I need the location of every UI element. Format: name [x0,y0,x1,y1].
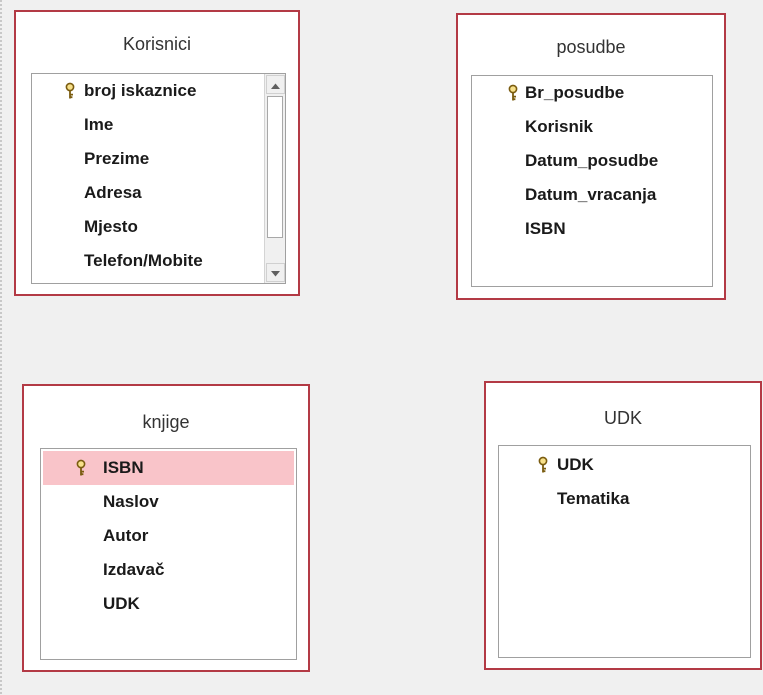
table-udk[interactable]: UDK UDK Tematika [484,381,762,670]
table-title: Korisnici [122,34,192,54]
table-title: UDK [603,408,642,428]
field-name: UDK [557,455,594,474]
field-list[interactable]: UDK Tematika [498,445,751,658]
field-row-broj-iskaznice[interactable]: broj iskaznice [32,74,285,108]
field-name: Tematika [557,489,630,508]
field-name: broj iskaznice [84,81,197,100]
field-name: ISBN [103,458,144,477]
field-name: Datum_vracanja [525,185,657,204]
field-row-adresa[interactable]: Adresa [32,176,285,210]
scroll-up-arrow-icon [271,76,280,94]
table-posudbe[interactable]: posudbe Br_posudbe Korisnik Datum_posudb… [456,13,726,300]
field-row-ime[interactable]: Ime [32,108,285,142]
field-name: ISBN [525,219,566,238]
field-name: Prezime [84,149,150,168]
field-row-br-posudbe[interactable]: Br_posudbe [472,76,712,110]
table-title: knjige [142,412,190,432]
field-row-korisnik[interactable]: Korisnik [472,110,712,144]
field-name: Adresa [84,183,142,202]
scrollbar-thumb[interactable] [267,96,283,238]
field-name: Br_posudbe [525,83,625,102]
field-name: Autor [103,526,149,545]
field-row-telefon-mobitel[interactable]: Telefon/Mobite [32,244,285,278]
field-row-udk[interactable]: UDK [499,448,750,482]
table-korisnici[interactable]: Korisnici broj iskaznice Ime Prezime Adr… [14,10,300,296]
field-row-udk[interactable]: UDK [41,587,296,621]
field-row-prezime[interactable]: Prezime [32,142,285,176]
field-row-izdavac[interactable]: Izdavač [41,553,296,587]
field-name: Izdavač [103,560,165,579]
field-list[interactable]: Br_posudbe Korisnik Datum_posudbe Datum_… [471,75,713,287]
field-name: Datum_posudbe [525,151,659,170]
key-icon [75,459,87,477]
field-list[interactable]: broj iskaznice Ime Prezime Adresa Mjesto… [31,73,286,284]
field-row-datum-vracanja[interactable]: Datum_vracanja [472,178,712,212]
table-title: posudbe [556,37,626,57]
field-row-isbn[interactable]: ISBN [43,451,294,485]
field-name: Korisnik [525,117,594,136]
field-row-autor[interactable]: Autor [41,519,296,553]
field-row-datum-posudbe[interactable]: Datum_posudbe [472,144,712,178]
key-icon [64,82,76,100]
key-icon [507,84,519,102]
table-knjige[interactable]: knjige ISBN Naslov Autor Izdavač UDK [22,384,310,672]
field-row-isbn[interactable]: ISBN [472,212,712,246]
field-name: Mjesto [84,217,138,236]
field-name: Naslov [103,492,159,511]
vertical-scrollbar[interactable] [264,74,285,283]
scroll-down-button[interactable] [266,263,285,282]
scroll-up-button[interactable] [266,75,285,94]
field-row-mjesto[interactable]: Mjesto [32,210,285,244]
key-icon [537,456,549,474]
field-name: Ime [84,115,114,134]
field-row-tematika[interactable]: Tematika [499,482,750,516]
field-row-naslov[interactable]: Naslov [41,485,296,519]
field-name: Telefon/Mobite [84,251,203,270]
canvas-left-edge [0,0,2,695]
field-name: UDK [103,594,140,613]
field-list[interactable]: ISBN Naslov Autor Izdavač UDK [40,448,297,660]
scroll-down-arrow-icon [271,264,280,282]
